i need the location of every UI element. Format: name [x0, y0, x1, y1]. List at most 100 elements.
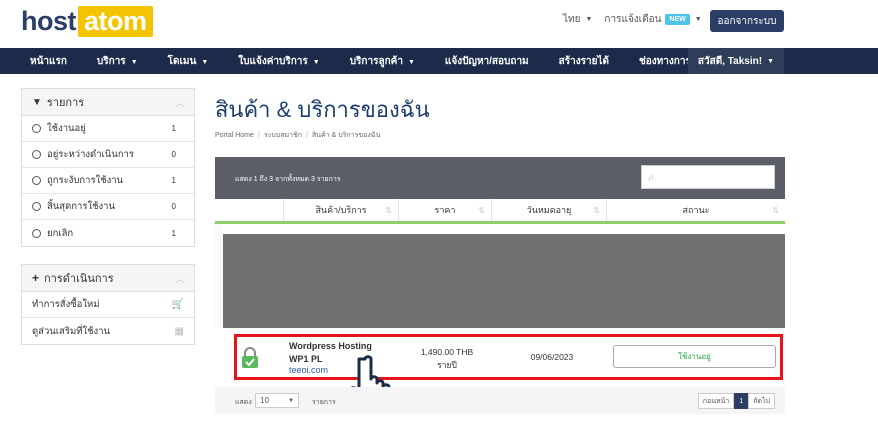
- nav-tickets[interactable]: แจ้งปัญหา/สอบถาม: [445, 54, 529, 69]
- breadcrumb-client-area[interactable]: ระบบสมาชิก: [264, 132, 302, 139]
- actions-panel: + การดำเนินการ ︿ ทำการสั่งซื้อใหม่ 🛒 ดูส่วน…: [21, 264, 195, 345]
- column-label: ราคา: [434, 205, 456, 215]
- filter-count: 1: [171, 124, 176, 133]
- user-menu[interactable]: สวัสดี, Taksin! ▼: [687, 48, 784, 74]
- chevron-up-icon: ︿: [174, 273, 184, 284]
- chevron-down-icon: ▼: [694, 16, 702, 23]
- product-domain-link[interactable]: teeoi.com: [289, 365, 328, 375]
- product-price: 1,490.00 THB รายปี: [407, 346, 487, 372]
- filter-item-active[interactable]: ใช้งานอยู่ 1: [22, 116, 194, 142]
- column-label: วันหมดอายุ: [526, 205, 572, 215]
- pagination-page-1[interactable]: 1: [734, 393, 749, 409]
- chevron-down-icon: ▼: [767, 57, 774, 65]
- column-product[interactable]: สินค้า/บริการ ⇅: [283, 199, 398, 221]
- page-size-select[interactable]: 10 ▼: [255, 393, 299, 408]
- plus-icon: +: [32, 271, 40, 285]
- filter-count: 1: [171, 176, 176, 185]
- column-due-date[interactable]: วันหมดอายุ ⇅: [491, 199, 606, 221]
- chevron-down-icon: ▼: [201, 58, 209, 66]
- table-row[interactable]: Wordpress Hosting WP1 PL teeoi.com 1,490.…: [234, 334, 783, 380]
- table-row-fade: [215, 224, 223, 328]
- pagination: ก่อนหน้า 1 ถัดไป: [697, 393, 775, 409]
- notifications-label: การแจ้งเตือน: [604, 14, 662, 25]
- column-status[interactable]: สถานะ ⇅: [606, 199, 785, 221]
- page-title: สินค้า & บริการของฉัน: [215, 97, 430, 122]
- action-view-addons[interactable]: ดูส่วนเสริมที่ใช้งาน ▦: [22, 318, 194, 344]
- pagination-prev[interactable]: ก่อนหน้า: [697, 393, 735, 409]
- filter-panel: ▼ รายการ ︿ ใช้งานอยู่ 1 อยู่ระหว่างดำเนินกา…: [21, 88, 195, 247]
- filter-panel-header[interactable]: ▼ รายการ ︿: [22, 89, 194, 116]
- chevron-down-icon: ▼: [312, 58, 320, 66]
- column-label: สถานะ: [682, 205, 710, 215]
- nav-invoices[interactable]: ใบแจ้งค่าบริการ ▼: [238, 54, 319, 69]
- breadcrumb-separator: /: [306, 132, 309, 139]
- language-label: ไทย: [563, 14, 581, 25]
- actions-panel-header[interactable]: + การดำเนินการ ︿: [22, 265, 194, 292]
- table-overlay: [223, 234, 785, 328]
- breadcrumb-home[interactable]: Portal Home: [215, 132, 254, 139]
- action-label: ดูส่วนเสริมที่ใช้งาน: [32, 325, 111, 337]
- nav-label: แจ้งปัญหา/สอบถาม: [444, 55, 529, 67]
- nav-domains[interactable]: โดเมน ▼: [168, 54, 209, 69]
- action-new-order[interactable]: ทำการสั่งซื้อใหม่ 🛒: [22, 292, 194, 318]
- nav-services[interactable]: บริการ ▼: [97, 54, 138, 69]
- top-links: ไทย ▼ การแจ้งเตือน NEW ▼: [563, 12, 702, 27]
- nav-home[interactable]: หน้าแรก: [30, 54, 67, 69]
- price-amount: 1,490.00 THB: [420, 347, 474, 357]
- ssl-lock-icon: [242, 347, 258, 368]
- sort-icon: ⇅: [478, 205, 485, 215]
- breadcrumb: Portal Home / ระบบสมาชิก / สินค้า & บริการขอ…: [215, 130, 380, 141]
- page-size-value: 10: [260, 396, 269, 405]
- chevron-down-icon: ▼: [407, 58, 415, 66]
- radio-icon: [32, 202, 41, 211]
- nav-label: บริการ: [96, 55, 126, 67]
- filter-label: ถูกระงับการใช้งาน: [47, 175, 124, 186]
- filter-label: ใช้งานอยู่: [47, 123, 86, 134]
- filter-count: 0: [171, 202, 176, 211]
- logout-button[interactable]: ออกจากระบบ: [710, 10, 784, 32]
- chevron-down-icon: ▼: [130, 58, 138, 66]
- notifications-link[interactable]: การแจ้งเตือน NEW ▼: [604, 12, 702, 27]
- nav-label: สร้างรายได้: [558, 55, 609, 67]
- filter-label: อยู่ระหว่างดำเนินการ: [47, 149, 134, 160]
- hostatom-logo[interactable]: host atom: [21, 5, 153, 37]
- status-badge: ใช้งานอยู่: [613, 345, 776, 368]
- table-info: แสดง 1 ถึง 3 จากทั้งหมด 3 รายการ: [235, 176, 341, 183]
- column-price[interactable]: ราคา ⇅: [398, 199, 491, 221]
- filter-item-cancelled[interactable]: ยกเลิก 1: [22, 220, 194, 246]
- nav-label: ใบแจ้งค่าบริการ: [238, 55, 308, 67]
- filter-label: ยกเลิก: [47, 227, 74, 239]
- cubes-icon: ▦: [174, 325, 184, 337]
- breadcrumb-separator: /: [257, 132, 260, 139]
- filter-count: 0: [171, 150, 176, 159]
- filter-item-terminated[interactable]: สิ้นสุดการใช้งาน 0: [22, 194, 194, 220]
- nav-support[interactable]: บริการลูกค้า ▼: [350, 54, 415, 69]
- main-nav: หน้าแรก บริการ ▼ โดเมน ▼ ใบแจ้งค่าบริการ ▼ …: [0, 48, 878, 74]
- sort-icon: ⇅: [385, 205, 392, 215]
- pagination-next[interactable]: ถัดไป: [748, 393, 775, 409]
- nav-label: บริการลูกค้า: [349, 55, 403, 67]
- table-search-input[interactable]: ⌕: [641, 165, 775, 189]
- action-label: ทำการสั่งซื้อใหม่: [32, 299, 100, 310]
- nav-affiliate[interactable]: สร้างรายได้: [559, 54, 609, 69]
- page-size-label: แสดง: [235, 399, 252, 406]
- radio-icon: [32, 124, 41, 133]
- logo-text-host: host: [21, 5, 77, 36]
- cart-icon: 🛒: [171, 299, 184, 310]
- table-footer: แสดง 10 ▼ รายการ ก่อนหน้า 1 ถัดไป: [215, 387, 785, 414]
- page-size-suffix: รายการ: [312, 399, 336, 406]
- filter-icon: ▼: [32, 96, 42, 108]
- logo-text-atom: atom: [78, 5, 153, 37]
- language-selector[interactable]: ไทย ▼: [563, 12, 592, 27]
- table-toolbar: แสดง 1 ถึง 3 จากทั้งหมด 3 รายการ ⌕: [215, 157, 785, 199]
- search-icon: ⌕: [648, 169, 655, 184]
- filter-item-suspended[interactable]: ถูกระงับการใช้งาน 1: [22, 168, 194, 194]
- due-date: 09/06/2023: [530, 352, 574, 362]
- chevron-down-icon: ▼: [288, 397, 294, 404]
- radio-icon: [32, 176, 41, 185]
- nav-label: โดเมน: [167, 55, 197, 67]
- filter-label: สิ้นสุดการใช้งาน: [47, 201, 116, 212]
- chevron-up-icon: ︿: [174, 97, 184, 108]
- user-greeting: สวัสดี, Taksin!: [697, 55, 763, 67]
- filter-item-pending[interactable]: อยู่ระหว่างดำเนินการ 0: [22, 142, 194, 168]
